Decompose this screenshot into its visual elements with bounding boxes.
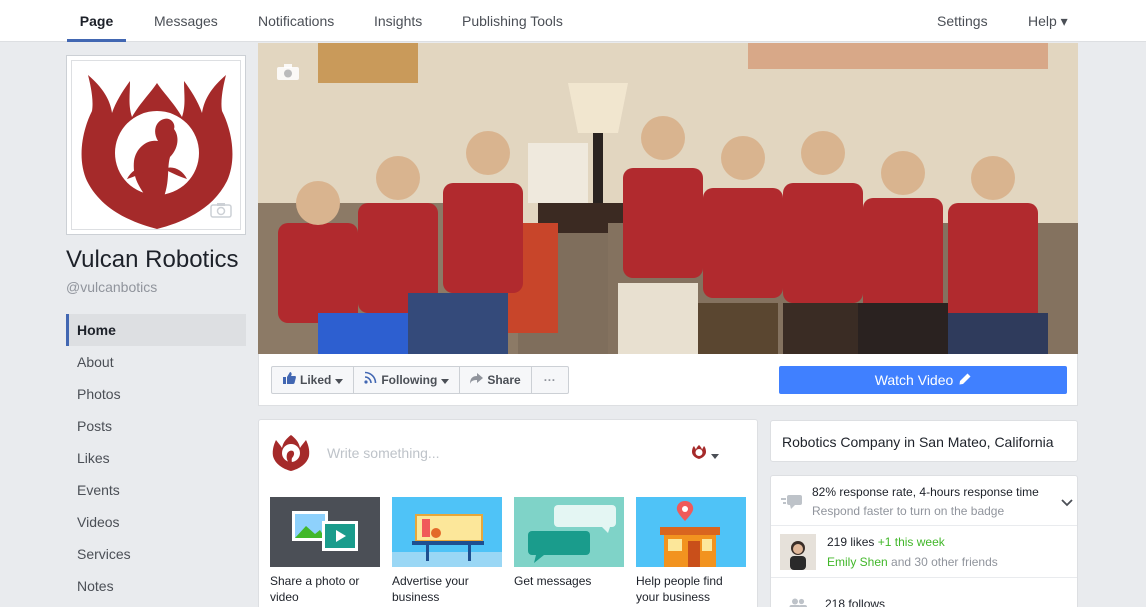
page-stats-card: 82% response rate, 4-hours response time… [770,475,1078,607]
nav-services[interactable]: Services [66,538,246,570]
chevron-down-icon[interactable] [1061,494,1073,510]
watch-video-button[interactable]: Watch Video [779,366,1067,394]
page-avatar [271,432,311,475]
speech-bubble-icon [781,493,803,514]
composer-input[interactable]: Write something... [327,445,440,461]
people-icon [789,597,807,607]
find-business-tile[interactable]: Help people find your business [636,497,746,605]
nav-events[interactable]: Events [66,474,246,506]
nav-about[interactable]: About [66,346,246,378]
profile-picture[interactable] [66,55,246,235]
follows-row: 218 follows [771,578,1077,607]
nav-likes[interactable]: Likes [66,442,246,474]
photo-video-icon [270,497,380,567]
left-nav: Home About Photos Posts Likes Events Vid… [66,314,246,602]
response-row[interactable]: 82% response rate, 4-hours response time… [771,476,1077,526]
liked-button[interactable]: Liked [272,367,355,393]
help-menu[interactable]: Help ▾ [1016,0,1080,42]
top-nav: Page Messages Notifications Insights Pub… [0,0,1146,42]
friend-name[interactable]: Emily Shen [827,555,888,569]
following-label: Following [381,373,438,387]
response-rate: 82% response rate, 4-hours response time [812,485,1039,499]
page-title: Vulcan Robotics [66,246,239,273]
share-photo-label: Share a photo or video [270,574,360,604]
tab-messages[interactable]: Messages [142,0,230,42]
pencil-icon [959,372,971,388]
watch-video-label: Watch Video [874,372,954,388]
caret-down-icon [711,446,719,462]
friend-avatar[interactable] [780,534,816,570]
find-business-label: Help people find your business [636,574,723,604]
likes-row: 219 likes +1 this week Emily Shen and 30… [771,526,1077,578]
other-friends[interactable]: and 30 other friends [888,555,998,569]
storefront-icon [636,497,746,567]
advertise-label: Advertise your business [392,574,469,604]
get-messages-tile[interactable]: Get messages [514,497,624,589]
nav-videos[interactable]: Videos [66,506,246,538]
tab-notifications[interactable]: Notifications [246,0,346,42]
likes-total: 219 likes [827,535,875,549]
caret-down-icon [441,367,450,393]
advertise-tile[interactable]: Advertise your business [392,497,502,605]
page-action-bar: Liked Following Share ··· Watch Video [258,354,1078,406]
tab-page[interactable]: Page [67,0,126,42]
camera-icon[interactable] [276,63,300,84]
nav-home[interactable]: Home [66,314,246,346]
nav-posts[interactable]: Posts [66,410,246,442]
share-button[interactable]: Share [460,367,532,393]
phoenix-logo [71,60,241,230]
nav-photos[interactable]: Photos [66,378,246,410]
caret-down-icon [335,367,344,393]
chat-bubbles-icon [514,497,624,567]
response-hint: Respond faster to turn on the badge [812,504,1005,518]
post-as-selector[interactable] [691,444,719,463]
left-column [66,55,246,235]
share-label: Share [487,373,521,387]
page-handle[interactable]: @vulcanbotics [66,279,157,295]
tab-publishing-tools[interactable]: Publishing Tools [450,0,575,42]
more-options-button[interactable]: ··· [532,367,568,393]
share-photo-tile[interactable]: Share a photo or video [270,497,380,605]
settings-link[interactable]: Settings [925,0,1000,42]
tab-insights[interactable]: Insights [362,0,434,42]
thumbs-up-icon [282,367,296,393]
get-messages-label: Get messages [514,574,592,588]
friends-like: Emily Shen and 30 other friends [827,555,998,569]
following-button[interactable]: Following [354,367,461,393]
page-category[interactable]: Robotics Company in San Mateo, Californi… [782,434,1066,450]
billboard-icon [392,497,502,567]
rss-icon [364,367,377,393]
share-arrow-icon [470,367,484,393]
post-composer: Write something... Share a photo or vide… [258,419,758,607]
likes-this-week: +1 this week [877,535,945,549]
category-card: Robotics Company in San Mateo, Californi… [770,420,1078,462]
nav-notes[interactable]: Notes [66,570,246,602]
likes-count: 219 likes +1 this week [827,535,945,549]
page-buttons: Liked Following Share ··· [271,366,569,394]
camera-icon[interactable] [210,202,232,221]
cover-photo[interactable] [258,43,1078,354]
liked-label: Liked [300,373,332,387]
follows-count[interactable]: 218 follows [825,597,885,607]
phoenix-mini-icon [691,444,707,463]
